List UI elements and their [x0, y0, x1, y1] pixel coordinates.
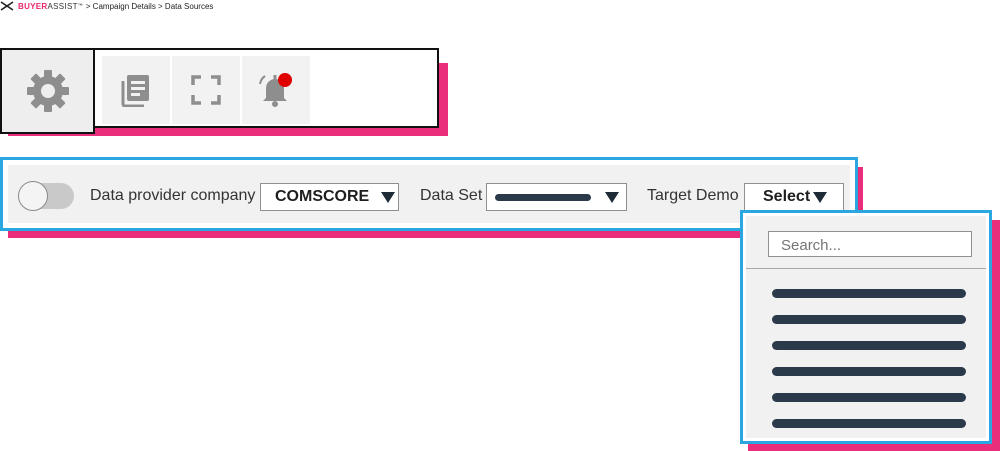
target-demo-select[interactable]: Select [744, 183, 844, 211]
breadcrumb-path[interactable]: > Campaign Details > Data Sources [86, 2, 214, 11]
dataset-value-placeholder [495, 193, 591, 201]
breadcrumb: BUYER ASSIST ™ > Campaign Details > Data… [0, 0, 213, 12]
target-demo-select-value: Select [763, 188, 811, 205]
provider-select[interactable]: COMSCORE [260, 183, 399, 211]
dropdown-option[interactable] [772, 315, 966, 324]
toggle-knob[interactable] [18, 181, 48, 211]
data-source-toggle[interactable] [18, 181, 74, 211]
buyerassist-logo-icon [0, 1, 14, 11]
dataset-label: Data Set [420, 187, 483, 204]
fullscreen-icon [191, 75, 221, 105]
dropdown-option[interactable] [772, 341, 966, 350]
dropdown-option[interactable] [772, 393, 966, 402]
filter-bar-body: Data provider company COMSCORE Data Set … [8, 165, 850, 223]
provider-select-value: COMSCORE [275, 188, 370, 205]
brand-name-light: ASSIST [47, 1, 78, 11]
fullscreen-button[interactable] [172, 56, 240, 124]
chevron-down-icon [605, 191, 619, 203]
provider-label: Data provider company [90, 187, 256, 204]
target-demo-dropdown [740, 210, 992, 444]
dropdown-option[interactable] [772, 419, 966, 428]
dropdown-body [746, 216, 986, 438]
brand-trademark: ™ [77, 3, 83, 9]
dropdown-divider [746, 268, 986, 269]
chevron-down-icon [381, 191, 396, 203]
notifications-button[interactable] [242, 56, 310, 124]
dataset-select[interactable] [486, 183, 627, 211]
notification-badge [278, 73, 292, 87]
chevron-down-icon [813, 191, 828, 203]
dropdown-option[interactable] [772, 367, 966, 376]
dropdown-search-input[interactable] [768, 231, 972, 257]
gear-icon [26, 70, 69, 112]
target-demo-label: Target Demo [647, 187, 739, 204]
brand-name-bold: BUYER [18, 1, 48, 11]
filter-bar: Data provider company COMSCORE Data Set … [0, 157, 858, 231]
document-icon [121, 75, 149, 107]
reports-button[interactable] [102, 56, 170, 124]
settings-button[interactable] [0, 48, 95, 134]
bell-icon [259, 73, 292, 107]
dropdown-option[interactable] [772, 289, 966, 298]
